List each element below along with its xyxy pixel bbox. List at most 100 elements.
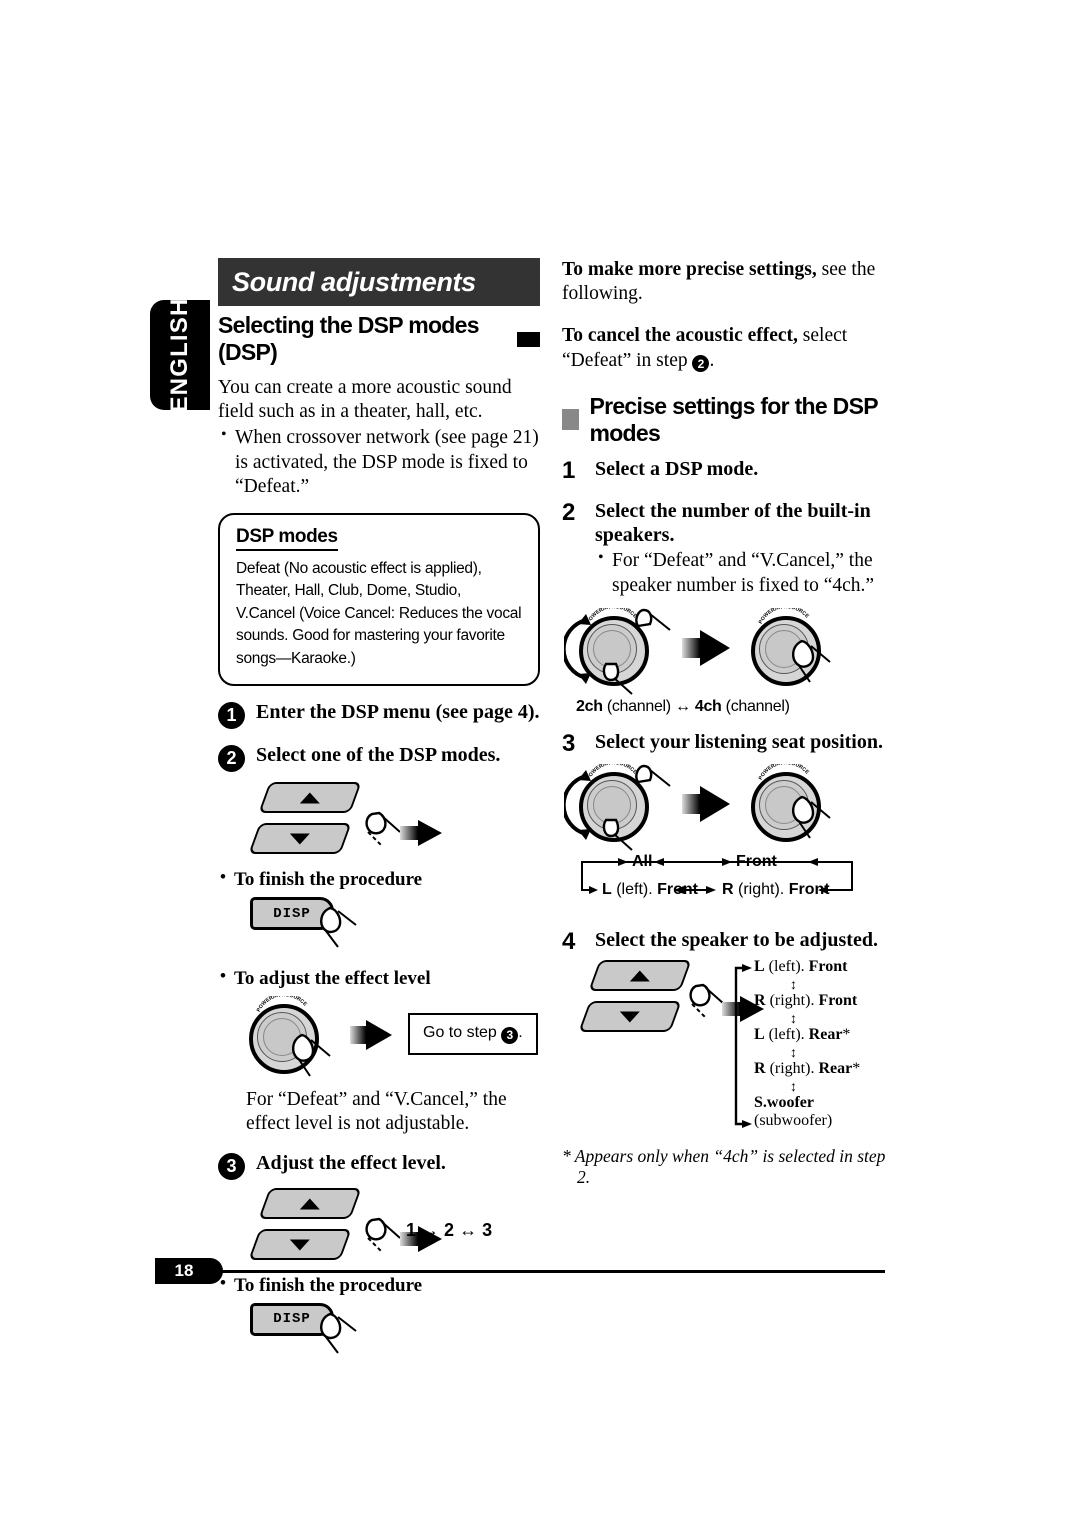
speaker-star: * xyxy=(842,1025,851,1043)
manual-page: ENGLISH Sound adjustments Selecting the … xyxy=(0,0,1080,1528)
speaker-star: * xyxy=(852,1059,861,1077)
speaker-paren: (left). xyxy=(764,957,809,975)
footer-rule xyxy=(155,1270,885,1273)
triangle-up-icon xyxy=(300,792,320,804)
triangle-down-icon xyxy=(290,833,310,845)
intro-paragraph: You can create a more acoustic sound fie… xyxy=(218,377,512,423)
finish-procedure-label-1: To finish the procedure xyxy=(218,867,540,891)
black-arrow-icon xyxy=(350,1020,394,1051)
speaker-pos: Front xyxy=(818,991,858,1009)
disp-button-illustration-1: DISP xyxy=(250,897,420,955)
step-text: Select the number of the built-in speake… xyxy=(595,499,871,547)
speaker-letter: L xyxy=(754,957,765,975)
speaker-pos: Rear xyxy=(808,1025,843,1043)
seat-r-front: Front xyxy=(788,880,830,898)
double-arrow-icon: ↔ xyxy=(421,1219,440,1240)
black-arrow-icon xyxy=(682,785,734,822)
speaker-letter: R xyxy=(754,991,766,1009)
triangle-up-icon xyxy=(300,1197,320,1209)
rotate-arrow-icon xyxy=(564,769,591,840)
precise-note-1: To make more precise settings, see the f… xyxy=(562,258,892,306)
level-value-3: 3 xyxy=(482,1219,493,1240)
section-heading: Selecting the DSP modes (DSP) xyxy=(218,312,540,366)
goto-step-text: Go to step xyxy=(423,1024,497,1042)
dsp-modes-box: DSP modes Defeat (No acoustic effect is … xyxy=(218,512,540,687)
left-column: Sound adjustments Selecting the DSP mode… xyxy=(218,258,540,1361)
black-square-icon xyxy=(516,331,540,347)
list-item: For “Defeat” and “V.Cancel,” the speaker… xyxy=(595,548,892,597)
precise-note-1-bold: To make more precise settings, xyxy=(562,259,817,280)
speaker-letter: R xyxy=(754,1059,766,1077)
double-arrow-icon: ↔ xyxy=(674,697,691,715)
pointing-finger-icon xyxy=(622,602,674,654)
step-text: Enter the DSP menu (see page 4). xyxy=(256,701,540,724)
step-number: 2 xyxy=(218,745,245,773)
list-item: When crossover network (see page 21) is … xyxy=(218,425,540,499)
pointing-finger-icon xyxy=(306,899,358,951)
goto-step-box: Go to step 3. xyxy=(408,1013,538,1055)
step-text: Select your listening seat position. xyxy=(595,730,883,753)
speaker-item: S.woofer (subwoofer) xyxy=(754,1094,892,1130)
speaker-item: L (left). Rear* xyxy=(754,1026,892,1044)
down-button[interactable] xyxy=(578,1000,682,1032)
vertical-arrow-icon: ↕ xyxy=(790,1043,797,1060)
channel-4ch-rest: (channel) xyxy=(721,697,790,715)
up-button[interactable] xyxy=(258,782,362,814)
precise-note-2-bold: To cancel the acoustic effect, xyxy=(562,325,798,347)
pointing-finger-icon xyxy=(280,1028,332,1080)
precise-settings-heading: Precise settings for the DSP modes xyxy=(562,393,892,447)
speaker-paren: (right). xyxy=(765,1059,819,1077)
down-button[interactable] xyxy=(248,823,352,855)
pointing-finger-icon xyxy=(592,654,644,706)
dsp-modes-box-body: Defeat (No acoustic effect is applied), … xyxy=(236,559,522,667)
level-value-1: 1 xyxy=(406,1219,417,1240)
language-tab: ENGLISH xyxy=(150,297,210,413)
pointing-finger-icon xyxy=(780,634,832,686)
seat-l-letter: L xyxy=(602,880,612,898)
seat-position-all: All xyxy=(632,852,653,870)
seat-l-paren: (left). xyxy=(611,880,658,898)
speaker-pos: Rear xyxy=(818,1059,853,1077)
right-column: To make more precise settings, see the f… xyxy=(562,258,892,1189)
channel-4ch-bold: 4ch xyxy=(694,697,722,715)
intro-bullet-list: When crossover network (see page 21) is … xyxy=(218,425,540,499)
pointing-finger-icon xyxy=(780,790,832,842)
step-1: 1 Enter the DSP menu (see page 4). xyxy=(218,700,540,730)
triangle-down-icon xyxy=(620,1010,640,1022)
pointing-finger-icon xyxy=(352,800,404,852)
finish-procedure-label-2: To finish the procedure xyxy=(218,1273,540,1297)
speaker-chain: L (left). Front ↕ R (right). Front ↕ L (… xyxy=(754,958,892,1130)
step-text: Adjust the effect level. xyxy=(256,1151,446,1174)
up-button[interactable] xyxy=(258,1187,362,1219)
precise-step-1: 1 Select a DSP mode. xyxy=(562,457,892,483)
seat-knob-illustration: POWER/ATT/SOURCE xyxy=(564,758,892,852)
chapter-title: Sound adjustments xyxy=(232,266,476,297)
down-button[interactable] xyxy=(248,1228,352,1260)
seat-r-paren: (right). xyxy=(733,880,789,898)
double-arrow-icon: ↔ xyxy=(459,1219,478,1240)
speaker-item: L (left). Front xyxy=(754,958,892,976)
goto-step-period: . xyxy=(518,1024,523,1042)
seat-l-front: Front xyxy=(657,880,698,898)
pointing-finger-icon xyxy=(622,758,674,810)
vertical-arrow-icon: ↕ xyxy=(790,1077,797,1094)
step-number: 4 xyxy=(562,927,576,955)
seat-position-r-front: R (right). Front xyxy=(722,881,830,899)
seat-position-front: Front xyxy=(736,852,777,870)
goto-step-number: 3 xyxy=(501,1026,519,1044)
effect-level-chain: 1 ↔ 2 ↔ 3 xyxy=(406,1220,492,1241)
precise-settings-heading-text: Precise settings for the DSP modes xyxy=(589,392,878,446)
step-text: Select a DSP mode. xyxy=(595,457,759,480)
step-number: 3 xyxy=(218,1152,245,1180)
pointing-finger-icon xyxy=(352,1206,404,1258)
seat-position-l-front: L (left). Front xyxy=(602,881,698,899)
speaker-footnote: * Appears only when “4ch” is selected in… xyxy=(562,1145,886,1188)
precise-step-3: 3 Select your listening seat position. xyxy=(562,730,892,756)
precise-step-4: 4 Select the speaker to be adjusted. xyxy=(562,928,892,954)
triangle-down-icon xyxy=(290,1238,310,1250)
precise-note-2: To cancel the acoustic effect, select “D… xyxy=(562,324,892,373)
disp-button-illustration-2: DISP xyxy=(250,1302,420,1361)
speaker-pos: Front xyxy=(808,957,848,975)
pointing-finger-icon xyxy=(306,1305,358,1357)
knob-illustration-left: POWER/ATT/SOURCE Go to xyxy=(246,996,540,1088)
